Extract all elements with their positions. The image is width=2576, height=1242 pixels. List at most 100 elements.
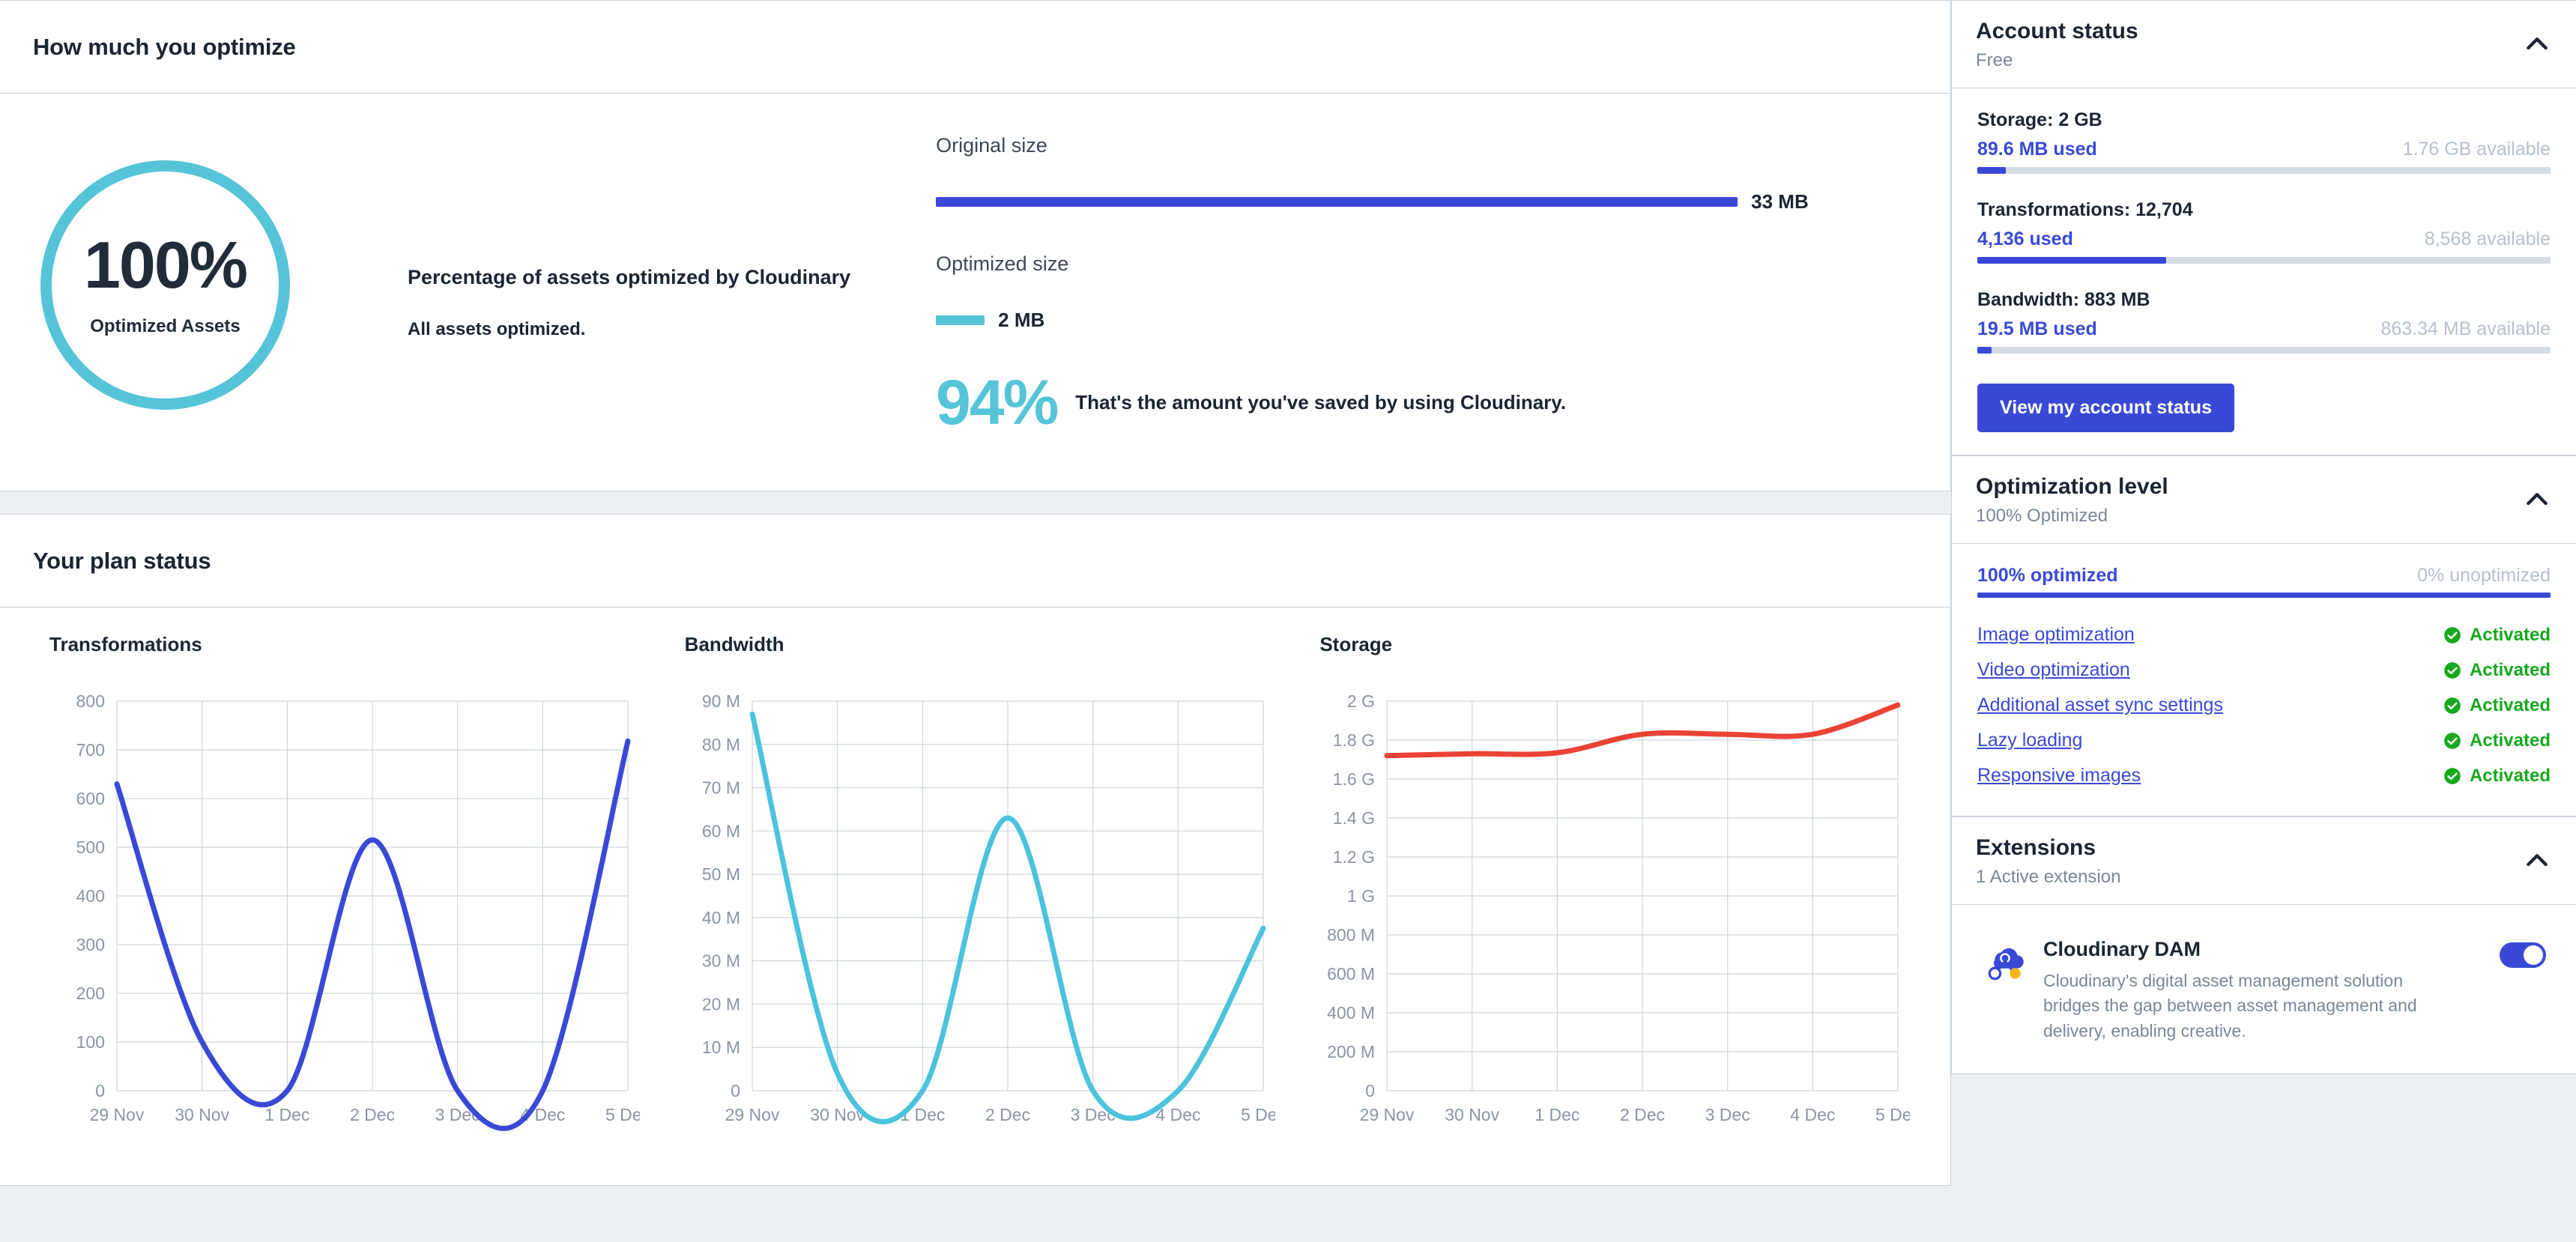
meter-transformations-track (1977, 257, 2551, 264)
optimization-feature-status-label: Activated (2469, 694, 2551, 715)
check-circle-icon (2444, 626, 2461, 643)
extensions-header[interactable]: Extensions 1 Active extension (1952, 817, 2576, 905)
meter-transformations-available: 8,568 available (2424, 228, 2551, 249)
chevron-up-icon[interactable] (2522, 29, 2552, 59)
chart-ytick-label: 400 M (1327, 1003, 1375, 1023)
chart-ytick-label: 400 (76, 886, 105, 906)
chart-xtick-label: 4 Dec (1155, 1105, 1200, 1124)
chart-ytick-label: 600 M (1327, 964, 1375, 984)
chart-xtick-label: 2 Dec (1620, 1105, 1665, 1124)
chart-ytick-label: 700 (76, 740, 105, 760)
optimization-level-header[interactable]: Optimization level 100% Optimized (1952, 456, 2576, 544)
extension-item-cloudinary-dam[interactable]: Cloudinary DAM Cloudinary's digital asse… (1977, 926, 2551, 1051)
chart-ytick-label: 1.8 G (1333, 730, 1375, 750)
chart-bandwidth-plot: 0 10 M 20 M 30 M 40 M 50 M 60 M 70 M 80 M 90 M 29 … (702, 691, 1275, 1124)
chevron-up-icon[interactable] (2522, 846, 2552, 876)
meter-bandwidth-used: 19.5 MB used (1977, 318, 2097, 339)
original-size-bar (936, 197, 1738, 207)
original-size-value: 33 MB (1751, 190, 1809, 213)
gauge-description-title: Percentage of assets optimized by Cloudi… (408, 266, 851, 288)
extensions-body: Cloudinary DAM Cloudinary's digital asse… (1952, 905, 2576, 1073)
chart-ytick-label: 20 M (702, 994, 740, 1014)
meter-bandwidth: Bandwidth: 883 MB 19.5 MB used 863.34 MB… (1977, 289, 2551, 354)
plan-status-card: Your plan status Transformations 0 100 200… (0, 514, 1951, 1186)
optimization-feature-row: Lazy loading Activated (1977, 723, 2551, 758)
chart-ytick-label: 10 M (702, 1037, 740, 1057)
chart-ytick-label: 800 M (1327, 925, 1375, 945)
account-status-panel: Account status Free Storage: 2 GB 89.6 M… (1951, 0, 2576, 455)
meter-transformations: Transformations: 12,704 4,136 used 8,568… (1977, 199, 2551, 264)
chart-ytick-label: 1.2 G (1333, 847, 1375, 867)
optimization-feature-link[interactable]: Additional asset sync settings (1977, 694, 2223, 716)
chart-bandwidth: Bandwidth 0 10 M 20 M 30 M 40 M 50 M 60 M 70 M 8… (658, 633, 1293, 1140)
savings-text: That's the amount you've saved by using … (1075, 390, 1567, 414)
optimization-level-title: Optimization level (1976, 474, 2168, 499)
extensions-subtitle: 1 Active extension (1976, 867, 2121, 887)
original-size-label: Original size (936, 134, 1047, 157)
chart-xtick-label: 5 Dec (605, 1105, 640, 1124)
chart-xtick-label: 2 Dec (985, 1105, 1030, 1124)
optimization-feature-status: Activated (2443, 766, 2551, 787)
optimization-feature-row: Video optimization Activated (1977, 652, 2551, 688)
chart-xtick-label: 29 Nov (90, 1105, 145, 1124)
chart-ytick-label: 200 (76, 984, 105, 1003)
charts-row: Transformations 0 100 200 300 400 500 600 700 80… (0, 608, 1950, 1185)
chart-xtick-label: 1 Dec (264, 1105, 309, 1124)
size-comparison: Original size 33 MB Optimized size 2 MB … (850, 119, 1917, 450)
check-circle-icon (2444, 767, 2461, 784)
account-status-header[interactable]: Account status Free (1952, 1, 2576, 88)
extensions-title: Extensions (1976, 835, 2096, 860)
chevron-up-icon[interactable] (2522, 485, 2552, 515)
chart-ytick-label: 50 M (702, 864, 740, 884)
optimization-feature-link[interactable]: Video optimization (1977, 659, 2130, 681)
optimization-feature-link[interactable]: Responsive images (1977, 765, 2141, 787)
extension-toggle[interactable] (2500, 942, 2546, 968)
dashboard-page: How much you optimize 100% Optimized Ass… (0, 0, 2576, 1242)
meter-storage: Storage: 2 GB 89.6 MB used 1.76 GB avail… (1977, 109, 2551, 174)
meter-storage-title: Storage: 2 GB (1977, 109, 2102, 130)
optimized-size-bar (936, 315, 985, 325)
meter-transformations-fill (1977, 257, 2167, 264)
chart-ytick-label: 70 M (702, 778, 740, 798)
optimization-feature-status-label: Activated (2469, 765, 2551, 786)
meter-storage-fill (1977, 167, 2007, 174)
chart-xtick-label: 3 Dec (1705, 1105, 1750, 1124)
chart-ytick-label: 0 (1366, 1081, 1376, 1100)
plan-status-header: Your plan status (0, 515, 1950, 608)
optimization-feature-link[interactable]: Lazy loading (1977, 730, 2082, 751)
savings-percent: 94% (936, 367, 1059, 437)
optimization-level-panel: Optimization level 100% Optimized 100% o… (1951, 455, 2576, 817)
view-account-status-button[interactable]: View my account status (1977, 384, 2234, 432)
plan-status-title: Your plan status (33, 547, 211, 574)
chart-ytick-label: 800 (76, 691, 105, 711)
optimization-feature-status-label: Activated (2469, 730, 2551, 751)
optimization-feature-link[interactable]: Image optimization (1977, 624, 2135, 646)
chart-ytick-label: 0 (731, 1081, 740, 1100)
optimization-feature-status: Activated (2443, 695, 2551, 716)
check-circle-icon (2444, 661, 2461, 679)
main-column: How much you optimize 100% Optimized Ass… (0, 0, 1951, 1242)
gauge-description-subtitle: All assets optimized. (408, 319, 586, 339)
meter-storage-track (1977, 167, 2551, 174)
gauge-description: Percentage of assets optimized by Cloudi… (408, 119, 850, 450)
chart-xtick-label: 30 Nov (175, 1105, 229, 1124)
chart-xtick-label: 30 Nov (1445, 1105, 1500, 1124)
optimization-level-headings: Optimization level 100% Optimized (1976, 474, 2168, 527)
account-status-body: Storage: 2 GB 89.6 MB used 1.76 GB avail… (1952, 88, 2576, 455)
chart-xtick-label: 4 Dec (1791, 1105, 1836, 1124)
optimize-card-header: How much you optimize (0, 1, 1950, 94)
extensions-headings: Extensions 1 Active extension (1976, 835, 2120, 888)
chart-xtick-label: 1 Dec (1535, 1105, 1580, 1124)
meter-storage-available: 1.76 GB available (2402, 139, 2551, 160)
account-status-headings: Account status Free (1976, 19, 2138, 71)
optimized-size-row: 2 MB (936, 309, 1917, 332)
savings-row: 94% That's the amount you've saved by us… (936, 371, 1917, 434)
chart-bandwidth-title: Bandwidth (684, 633, 784, 655)
chart-transformations: Transformations 0 100 200 300 400 500 600 700 80… (22, 633, 658, 1140)
optimization-feature-row: Responsive images Activated (1977, 758, 2551, 793)
chart-xtick-label: 5 Dec (1241, 1105, 1275, 1124)
chart-ytick-label: 100 (76, 1032, 105, 1052)
optimization-level-subtitle: 100% Optimized (1976, 506, 2108, 526)
optimization-ratio-row: 100% optimized 0% unoptimized (1977, 565, 2551, 587)
